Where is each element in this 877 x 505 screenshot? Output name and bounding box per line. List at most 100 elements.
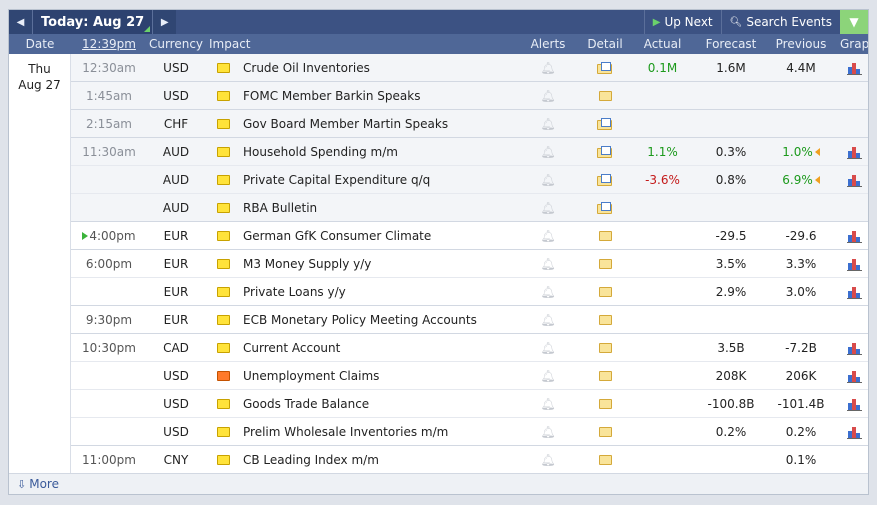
- impact-medium-icon[interactable]: [216, 427, 230, 437]
- event-title[interactable]: FOMC Member Barkin Speaks: [241, 89, 511, 103]
- bell-icon[interactable]: 🔔︎: [540, 425, 555, 439]
- prev-day-button[interactable]: ◀: [9, 10, 33, 34]
- event-title[interactable]: Crude Oil Inventories: [241, 61, 511, 75]
- bar-chart-icon[interactable]: [846, 230, 862, 243]
- event-title[interactable]: Unemployment Claims: [241, 369, 511, 383]
- event-title[interactable]: RBA Bulletin: [241, 201, 511, 215]
- detail-open-folder-icon[interactable]: [597, 146, 613, 158]
- bar-chart-icon[interactable]: [846, 62, 862, 75]
- bar-chart-icon[interactable]: [846, 342, 862, 355]
- detail-open-folder-icon[interactable]: [597, 118, 613, 130]
- bell-icon[interactable]: 🔔︎: [540, 229, 555, 243]
- bar-chart-icon[interactable]: [846, 258, 862, 271]
- event-row[interactable]: 6:00pm EUR M3 Money Supply y/y 🔔︎ 3.5% 3.3%: [71, 250, 868, 278]
- event-forecast: 0.8%: [715, 172, 747, 187]
- header-current-time[interactable]: 12:39pm: [71, 37, 147, 51]
- detail-folder-icon[interactable]: [598, 287, 612, 297]
- bell-icon[interactable]: 🔔︎: [540, 173, 555, 187]
- revision-flag-icon[interactable]: [814, 148, 820, 156]
- event-previous: 4.4M: [762, 61, 840, 75]
- detail-folder-icon[interactable]: [598, 315, 612, 325]
- detail-folder-icon[interactable]: [598, 259, 612, 269]
- detail-open-folder-icon[interactable]: [597, 174, 613, 186]
- event-title[interactable]: Private Capital Expenditure q/q: [241, 173, 511, 187]
- detail-open-folder-icon[interactable]: [597, 62, 613, 74]
- bar-chart-icon[interactable]: [846, 286, 862, 299]
- event-row[interactable]: 2:15am CHF Gov Board Member Martin Speaks 🔔…: [71, 110, 868, 138]
- impact-medium-icon[interactable]: [216, 455, 230, 465]
- bell-icon[interactable]: 🔔︎: [540, 453, 555, 467]
- event-title[interactable]: Gov Board Member Martin Speaks: [241, 117, 511, 131]
- event-row[interactable]: 4:00pm EUR German GfK Consumer Climate 🔔︎ -2…: [71, 222, 868, 250]
- bell-icon[interactable]: 🔔︎: [540, 397, 555, 411]
- bar-chart-icon[interactable]: [846, 426, 862, 439]
- bell-icon[interactable]: 🔔︎: [540, 201, 555, 215]
- event-row[interactable]: 1:45am USD FOMC Member Barkin Speaks 🔔︎: [71, 82, 868, 110]
- event-row[interactable]: AUD RBA Bulletin 🔔︎: [71, 194, 868, 222]
- event-row[interactable]: USD Goods Trade Balance 🔔︎ -100.8B -101.4B: [71, 390, 868, 418]
- event-row[interactable]: 11:30am AUD Household Spending m/m 🔔︎ 1.1% 0.…: [71, 138, 868, 166]
- event-title[interactable]: M3 Money Supply y/y: [241, 257, 511, 271]
- event-title[interactable]: CB Leading Index m/m: [241, 453, 511, 467]
- detail-folder-icon[interactable]: [598, 455, 612, 465]
- detail-folder-icon[interactable]: [598, 343, 612, 353]
- impact-medium-icon[interactable]: [216, 287, 230, 297]
- event-row[interactable]: 12:30am USD Crude Oil Inventories 🔔︎ 0.1M 1.6…: [71, 54, 868, 82]
- impact-medium-icon[interactable]: [216, 203, 230, 213]
- impact-medium-icon[interactable]: [216, 231, 230, 241]
- detail-folder-icon[interactable]: [598, 371, 612, 381]
- impact-cell: [205, 425, 241, 439]
- bell-icon[interactable]: 🔔︎: [540, 313, 555, 327]
- event-row[interactable]: EUR Private Loans y/y 🔔︎ 2.9% 3.0%: [71, 278, 868, 306]
- more-link[interactable]: ⇩ More: [9, 473, 868, 494]
- search-events-button[interactable]: 🔍︎ Search Events: [720, 10, 840, 34]
- bell-icon[interactable]: 🔔︎: [540, 117, 555, 131]
- impact-medium-icon[interactable]: [216, 399, 230, 409]
- detail-open-folder-icon[interactable]: [597, 202, 613, 214]
- impact-medium-icon[interactable]: [216, 119, 230, 129]
- event-row[interactable]: 9:30pm EUR ECB Monetary Policy Meeting Acc…: [71, 306, 868, 334]
- bell-icon[interactable]: 🔔︎: [540, 61, 555, 75]
- bell-icon[interactable]: 🔔︎: [540, 145, 555, 159]
- detail-folder-icon[interactable]: [598, 427, 612, 437]
- bell-icon[interactable]: 🔔︎: [540, 341, 555, 355]
- impact-medium-icon[interactable]: [216, 315, 230, 325]
- event-title[interactable]: Current Account: [241, 341, 511, 355]
- bell-icon[interactable]: 🔔︎: [540, 89, 555, 103]
- bell-icon[interactable]: 🔔︎: [540, 257, 555, 271]
- bar-chart-icon[interactable]: [846, 398, 862, 411]
- event-title[interactable]: Private Loans y/y: [241, 285, 511, 299]
- event-title[interactable]: Goods Trade Balance: [241, 397, 511, 411]
- revision-flag-icon[interactable]: [814, 176, 820, 184]
- event-row[interactable]: 10:30pm CAD Current Account 🔔︎ 3.5B -7.2B: [71, 334, 868, 362]
- event-row[interactable]: USD Unemployment Claims 🔔︎ 208K 206K: [71, 362, 868, 390]
- bar-chart-icon[interactable]: [846, 174, 862, 187]
- event-row[interactable]: 11:00pm CNY CB Leading Index m/m 🔔︎ 0.1%: [71, 446, 868, 474]
- impact-medium-icon[interactable]: [216, 175, 230, 185]
- bell-icon[interactable]: 🔔︎: [540, 369, 555, 383]
- impact-medium-icon[interactable]: [216, 147, 230, 157]
- up-next-label: Up Next: [664, 15, 713, 29]
- bar-chart-icon[interactable]: [846, 370, 862, 383]
- detail-folder-icon[interactable]: [598, 231, 612, 241]
- event-row[interactable]: AUD Private Capital Expenditure q/q 🔔︎ -3.6…: [71, 166, 868, 194]
- filter-button[interactable]: ▼: [840, 10, 868, 34]
- bar-chart-icon[interactable]: [846, 146, 862, 159]
- next-day-button[interactable]: ▶: [152, 10, 177, 34]
- bell-icon[interactable]: 🔔︎: [540, 285, 555, 299]
- event-row[interactable]: USD Prelim Wholesale Inventories m/m 🔔︎ 0.2…: [71, 418, 868, 446]
- event-title[interactable]: German GfK Consumer Climate: [241, 229, 511, 243]
- impact-medium-icon[interactable]: [216, 63, 230, 73]
- impact-medium-icon[interactable]: [216, 259, 230, 269]
- impact-medium-icon[interactable]: [216, 91, 230, 101]
- detail-folder-icon[interactable]: [598, 399, 612, 409]
- event-title[interactable]: ECB Monetary Policy Meeting Accounts: [241, 313, 511, 327]
- event-time-text: 9:30pm: [85, 312, 133, 327]
- impact-high-icon[interactable]: [216, 371, 230, 381]
- event-title[interactable]: Prelim Wholesale Inventories m/m: [241, 425, 511, 439]
- up-next-button[interactable]: ▶ Up Next: [643, 10, 721, 34]
- detail-folder-icon[interactable]: [598, 91, 612, 101]
- event-title[interactable]: Household Spending m/m: [241, 145, 511, 159]
- today-button[interactable]: Today: Aug 27: [33, 10, 153, 34]
- impact-medium-icon[interactable]: [216, 343, 230, 353]
